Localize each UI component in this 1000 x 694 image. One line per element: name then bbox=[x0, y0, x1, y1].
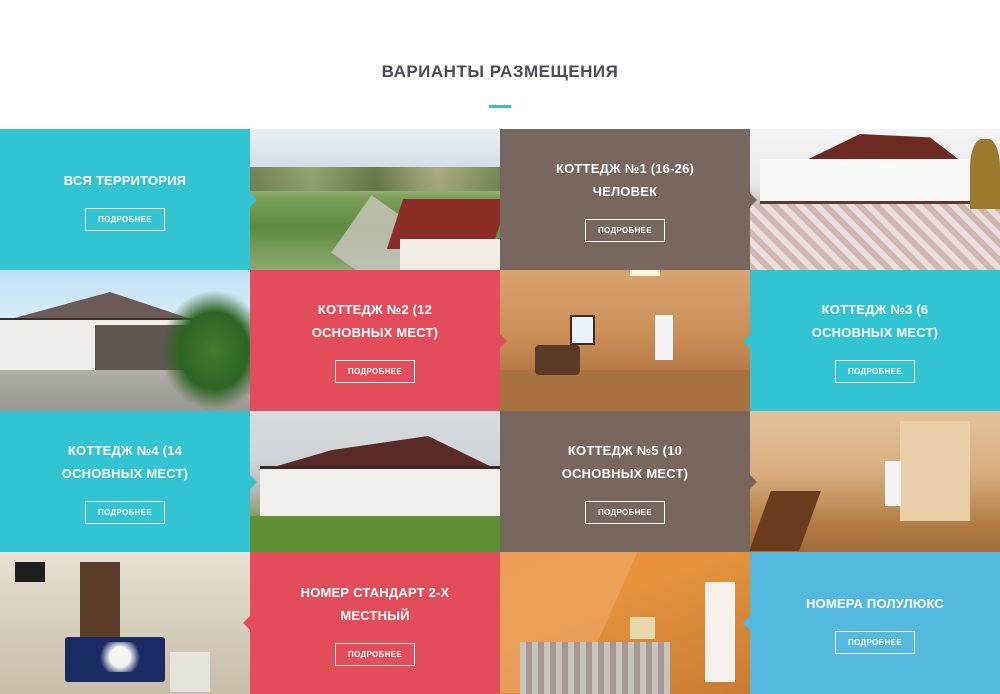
option-title: НОМЕРА ПОЛУЛЮКС bbox=[805, 596, 945, 611]
cottage-2-photo[interactable] bbox=[0, 270, 250, 411]
option-cottage-3: КОТТЕДЖ №3 (6 ОСНОВНЫХ МЕСТ) ПОДРОБНЕЕ bbox=[750, 270, 1000, 411]
territory-photo[interactable] bbox=[250, 129, 500, 270]
details-button[interactable]: ПОДРОБНЕЕ bbox=[85, 207, 165, 231]
details-button[interactable]: ПОДРОБНЕЕ bbox=[335, 360, 415, 383]
option-cottage-4: КОТТЕДЖ №4 (14 ОСНОВНЫХ МЕСТ) ПОДРОБНЕЕ bbox=[0, 411, 250, 552]
cottage-5-photo[interactable] bbox=[750, 411, 1000, 552]
option-cottage-1: КОТТЕДЖ №1 (16-26) ЧЕЛОВЕК ПОДРОБНЕЕ bbox=[500, 129, 750, 270]
details-button[interactable]: ПОДРОБНЕЕ bbox=[835, 631, 915, 654]
option-cottage-2: КОТТЕДЖ №2 (12 ОСНОВНЫХ МЕСТ) ПОДРОБНЕЕ bbox=[250, 270, 500, 411]
semi-lux-room-photo[interactable] bbox=[500, 552, 750, 694]
section-title: ВАРИАНТЫ РАЗМЕЩЕНИЯ bbox=[381, 62, 619, 81]
option-standard-room: НОМЕР СТАНДАРТ 2-Х МЕСТНЫЙ ПОДРОБНЕЕ bbox=[250, 552, 500, 694]
cottage-3-photo[interactable] bbox=[500, 270, 750, 411]
standard-room-photo[interactable] bbox=[0, 552, 250, 694]
option-title: КОТТЕДЖ №1 (16-26) ЧЕЛОВЕК bbox=[555, 161, 695, 199]
details-button[interactable]: ПОДРОБНЕЕ bbox=[585, 501, 665, 524]
accommodation-grid: ВСЯ ТЕРРИТОРИЯ ПОДРОБНЕЕ КОТТЕДЖ №1 (16-… bbox=[0, 129, 1000, 694]
option-title: ВСЯ ТЕРРИТОРИЯ bbox=[63, 172, 187, 188]
details-button[interactable]: ПОДРОБНЕЕ bbox=[335, 642, 415, 666]
option-all-territory: ВСЯ ТЕРРИТОРИЯ ПОДРОБНЕЕ bbox=[0, 129, 250, 270]
option-cottage-5: КОТТЕДЖ №5 (10 ОСНОВНЫХ МЕСТ) ПОДРОБНЕЕ bbox=[500, 411, 750, 552]
details-button[interactable]: ПОДРОБНЕЕ bbox=[835, 360, 915, 383]
option-title: КОТТЕДЖ №4 (14 ОСНОВНЫХ МЕСТ) bbox=[61, 443, 189, 481]
option-title: КОТТЕДЖ №5 (10 ОСНОВНЫХ МЕСТ) bbox=[561, 443, 689, 481]
option-semi-lux-rooms: НОМЕРА ПОЛУЛЮКС ПОДРОБНЕЕ bbox=[750, 552, 1000, 694]
option-title: КОТТЕДЖ №3 (6 ОСНОВНЫХ МЕСТ) bbox=[811, 302, 939, 340]
details-button[interactable]: ПОДРОБНЕЕ bbox=[85, 501, 165, 524]
title-underline bbox=[489, 105, 511, 108]
option-title: НОМЕР СТАНДАРТ 2-Х МЕСТНЫЙ bbox=[300, 584, 450, 623]
cottage-4-photo[interactable] bbox=[250, 411, 500, 552]
details-button[interactable]: ПОДРОБНЕЕ bbox=[585, 219, 665, 242]
cottage-1-photo[interactable] bbox=[750, 129, 1000, 270]
option-title: КОТТЕДЖ №2 (12 ОСНОВНЫХ МЕСТ) bbox=[311, 302, 439, 340]
